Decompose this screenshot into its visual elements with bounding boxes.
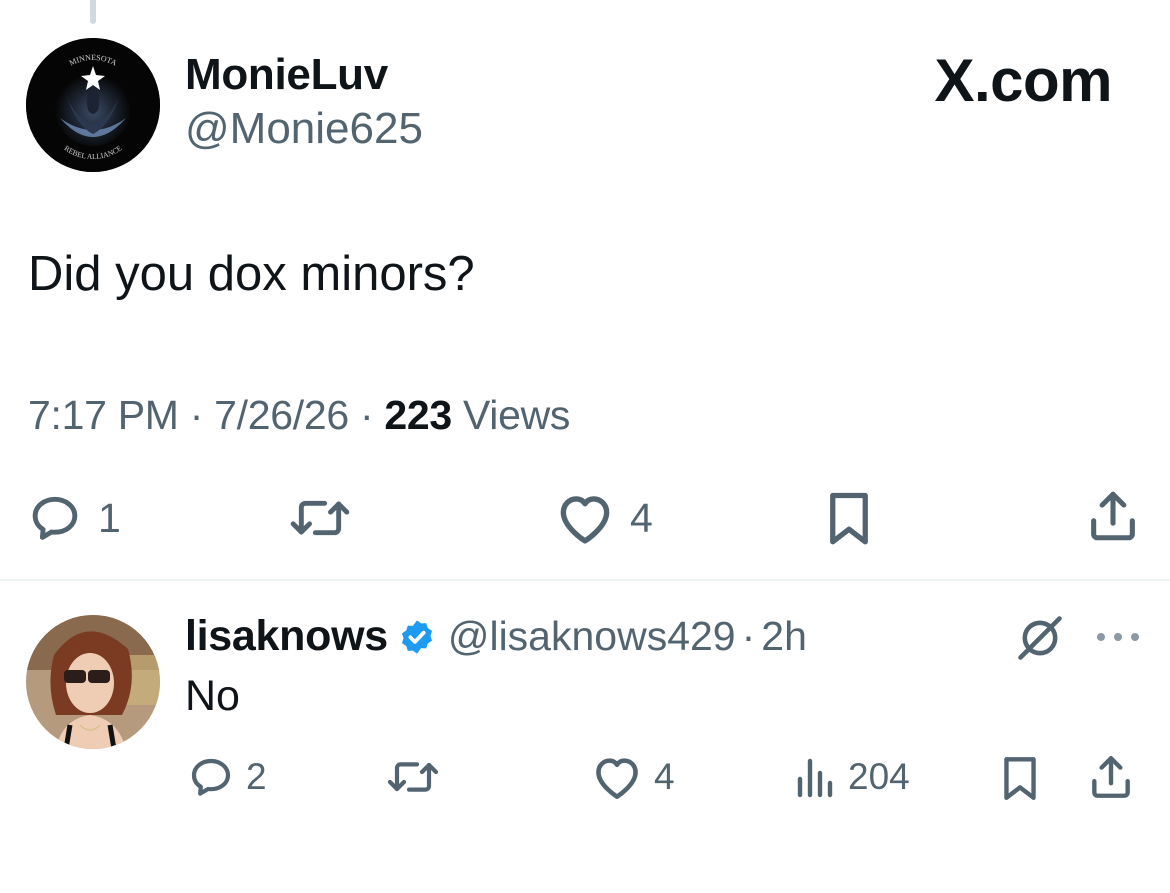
retweet-icon: [387, 762, 439, 792]
author-handle[interactable]: @Monie625: [185, 104, 423, 154]
reply-views-button[interactable]: 204: [794, 753, 910, 801]
reply-like-count: 4: [654, 756, 675, 797]
reply-action-bar: 2 4 204: [0, 747, 1170, 807]
grok-button[interactable]: [1014, 612, 1066, 669]
tweet-screenshot: MINNESOTA REBEL ALLIANCE MonieLuv @Monie…: [0, 0, 1170, 893]
retweet-icon: [290, 500, 350, 536]
reply-display-name[interactable]: lisaknows: [185, 612, 388, 661]
meta-separator: ·: [189, 392, 204, 438]
bookmark-icon: [1004, 757, 1036, 800]
tweet-time[interactable]: 7:17 PM: [28, 392, 179, 438]
share-icon: [1092, 756, 1130, 798]
reply-count: 1: [98, 494, 121, 541]
reply-bookmark-button[interactable]: [998, 753, 1042, 803]
reply-views-count: 204: [848, 756, 910, 797]
meta-separator: ·: [359, 392, 374, 438]
views-label: Views: [463, 392, 571, 438]
reply-avatar-photo: [26, 615, 160, 749]
like-icon: [560, 496, 610, 544]
reply-button[interactable]: 1: [26, 490, 121, 546]
tweet-date[interactable]: 7/26/26: [214, 392, 349, 438]
tweet-action-bar: 1 4: [0, 486, 1170, 550]
bookmark-icon: [830, 492, 868, 545]
bookmark-button[interactable]: [822, 488, 876, 548]
like-count: 4: [630, 494, 653, 541]
like-button[interactable]: 4: [554, 490, 653, 546]
more-icon: [1097, 633, 1139, 641]
reply-icon: [32, 496, 78, 540]
reply-like-button[interactable]: 4: [590, 753, 675, 801]
author-display-name[interactable]: MonieLuv: [185, 50, 388, 100]
reply-reply-button[interactable]: 2: [186, 753, 267, 801]
more-options-button[interactable]: [1095, 630, 1141, 648]
reply-share-button[interactable]: [1086, 751, 1136, 803]
rebel-alliance-logo: MINNESOTA REBEL ALLIANCE: [26, 38, 160, 172]
reply-timestamp[interactable]: 2h: [761, 613, 807, 660]
retweet-button[interactable]: [286, 490, 368, 546]
views-icon: [797, 758, 833, 798]
grok-icon: [1018, 616, 1062, 660]
thread-connector-line: [90, 0, 96, 24]
reply-handle[interactable]: @lisaknows429: [448, 613, 736, 660]
like-icon: [596, 758, 638, 799]
reply-header: lisaknows @lisaknows429 · 2h: [185, 612, 807, 661]
views-count: 223: [384, 392, 452, 438]
author-avatar[interactable]: MINNESOTA REBEL ALLIANCE: [26, 38, 160, 172]
x-com-brand: X.com: [934, 47, 1112, 114]
reply-icon: [191, 758, 231, 796]
verified-badge-icon[interactable]: [398, 618, 436, 656]
tweet-text: Did you dox minors?: [28, 247, 475, 301]
reply-text: No: [185, 672, 240, 720]
reply-author-avatar[interactable]: [26, 615, 160, 749]
reply-reply-count: 2: [246, 756, 267, 797]
share-button[interactable]: [1084, 486, 1142, 546]
reply-separator: ·: [741, 613, 756, 659]
divider: [0, 579, 1170, 581]
tweet-meta: 7:17 PM · 7/26/26 · 223 Views: [28, 392, 570, 439]
share-icon: [1091, 491, 1135, 541]
reply-retweet-button[interactable]: [384, 753, 442, 801]
